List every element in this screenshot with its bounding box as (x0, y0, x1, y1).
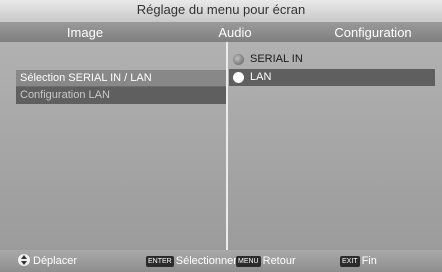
option-label: LAN (250, 71, 272, 83)
hint-enter-label: Sélectionner (175, 255, 237, 267)
menu-item-serial-lan-selection[interactable]: Sélection SERIAL IN / LAN (16, 70, 226, 87)
hint-enter: ENTER Sélectionner (146, 254, 237, 268)
menu-item-lan-configuration[interactable]: Configuration LAN (16, 87, 226, 104)
hint-exit-label: Fin (361, 255, 377, 267)
hint-move-label: Déplacer (33, 255, 78, 267)
window-title: Réglage du menu pour écran (0, 0, 442, 22)
radio-selected-icon (233, 72, 244, 83)
enter-key-icon: ENTER (146, 256, 174, 267)
hint-exit: EXIT Fin (340, 254, 377, 268)
tab-audio[interactable]: Audio (190, 22, 280, 42)
option-label: SERIAL IN (250, 53, 303, 65)
hint-move: Déplacer (18, 254, 77, 268)
tab-configuration[interactable]: Configuration (318, 22, 428, 42)
exit-key-icon: EXIT (340, 256, 360, 267)
tab-image[interactable]: Image (40, 22, 130, 42)
menu-item-label: Configuration LAN (20, 89, 110, 101)
menu-key-icon: MENU (236, 256, 261, 267)
option-lan[interactable]: LAN (229, 69, 435, 86)
option-serial-in[interactable]: SERIAL IN (229, 51, 435, 68)
hint-menu: MENU Retour (236, 254, 296, 268)
tab-bar: Image Audio Configuration (0, 22, 442, 42)
hint-menu-label: Retour (262, 255, 296, 267)
menu-item-label: Sélection SERIAL IN / LAN (20, 72, 152, 84)
help-bar: Déplacer ENTER Sélectionner MENU Retour EX… (0, 250, 442, 272)
radio-unselected-icon (233, 54, 244, 65)
dpad-icon (18, 254, 30, 266)
panel-divider (226, 42, 228, 250)
